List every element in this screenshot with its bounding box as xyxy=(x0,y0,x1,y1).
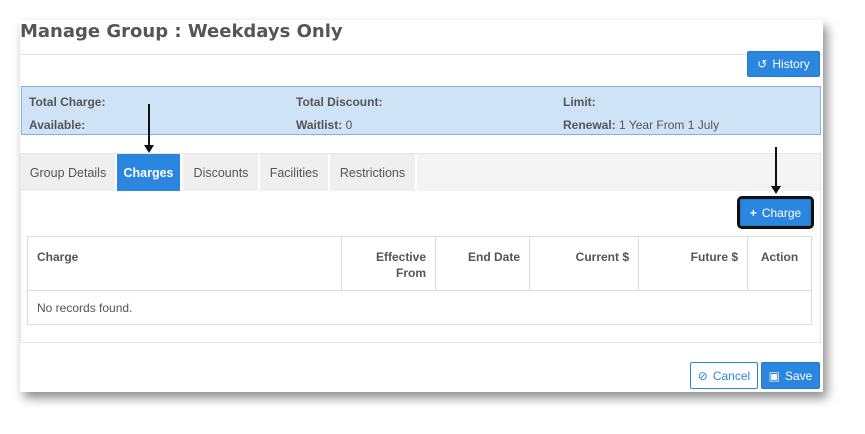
add-charge-button-label: Charge xyxy=(761,205,802,220)
tab-charges[interactable]: Charges xyxy=(117,154,182,192)
limit: Limit: xyxy=(563,95,596,109)
save-button-label: Save xyxy=(784,368,813,383)
total-charge-label: Total Charge: xyxy=(29,95,106,109)
page-title: Manage Group : Weekdays Only xyxy=(20,21,343,42)
group-tabs: Group Details Charges Discounts Faciliti… xyxy=(20,153,821,192)
waitlist: Waitlist: 0 xyxy=(296,118,352,132)
waitlist-value: 0 xyxy=(345,118,353,132)
cancel-button-label: Cancel xyxy=(712,368,751,383)
ban-icon: ⊘ xyxy=(697,368,708,383)
empty-table-message: No records found. xyxy=(37,301,133,315)
available: Available: xyxy=(29,118,85,132)
manage-group-window: Manage Group : Weekdays Only ↺ History T… xyxy=(20,20,823,392)
tab-group-details[interactable]: Group Details xyxy=(21,154,117,192)
cancel-button[interactable]: ⊘ Cancel xyxy=(690,362,758,389)
history-button[interactable]: ↺ History xyxy=(747,51,820,77)
total-discount-label: Total Discount: xyxy=(296,95,383,109)
add-charge-button[interactable]: + Charge xyxy=(737,196,814,229)
renewal-label: Renewal: xyxy=(563,118,616,132)
annotation-arrow-add-charge xyxy=(771,147,781,194)
save-button[interactable]: ▣ Save xyxy=(761,362,820,389)
column-effective-from[interactable]: Effective From xyxy=(342,237,436,290)
title-divider xyxy=(20,54,823,55)
renewal: Renewal: 1 Year From 1 July xyxy=(563,118,719,132)
column-future[interactable]: Future $ xyxy=(639,237,748,290)
annotation-arrow-charges-tab xyxy=(144,104,154,153)
group-summary-panel: Total Charge: Total Discount: Limit: Ava… xyxy=(21,86,821,135)
plus-icon: + xyxy=(749,205,757,220)
charges-table: Charge Effective From End Date Current $… xyxy=(27,236,812,325)
tab-facilities[interactable]: Facilities xyxy=(260,154,330,192)
column-charge[interactable]: Charge xyxy=(28,237,342,290)
column-action: Action xyxy=(760,250,799,264)
total-discount: Total Discount: xyxy=(296,95,382,109)
limit-label: Limit: xyxy=(563,95,596,109)
tab-discounts[interactable]: Discounts xyxy=(184,154,260,192)
waitlist-label: Waitlist: xyxy=(296,118,343,132)
available-label: Available: xyxy=(29,118,86,132)
history-button-label: History xyxy=(772,57,810,71)
total-charge: Total Charge: xyxy=(29,95,105,109)
history-icon: ↺ xyxy=(757,57,768,71)
column-current[interactable]: Current $ xyxy=(530,237,639,290)
charges-table-header: Charge Effective From End Date Current $… xyxy=(28,237,811,291)
column-end-date[interactable]: End Date xyxy=(436,237,530,290)
renewal-value: 1 Year From 1 July xyxy=(619,118,720,132)
tab-restrictions[interactable]: Restrictions xyxy=(330,154,417,192)
floppy-disk-icon: ▣ xyxy=(768,368,780,383)
